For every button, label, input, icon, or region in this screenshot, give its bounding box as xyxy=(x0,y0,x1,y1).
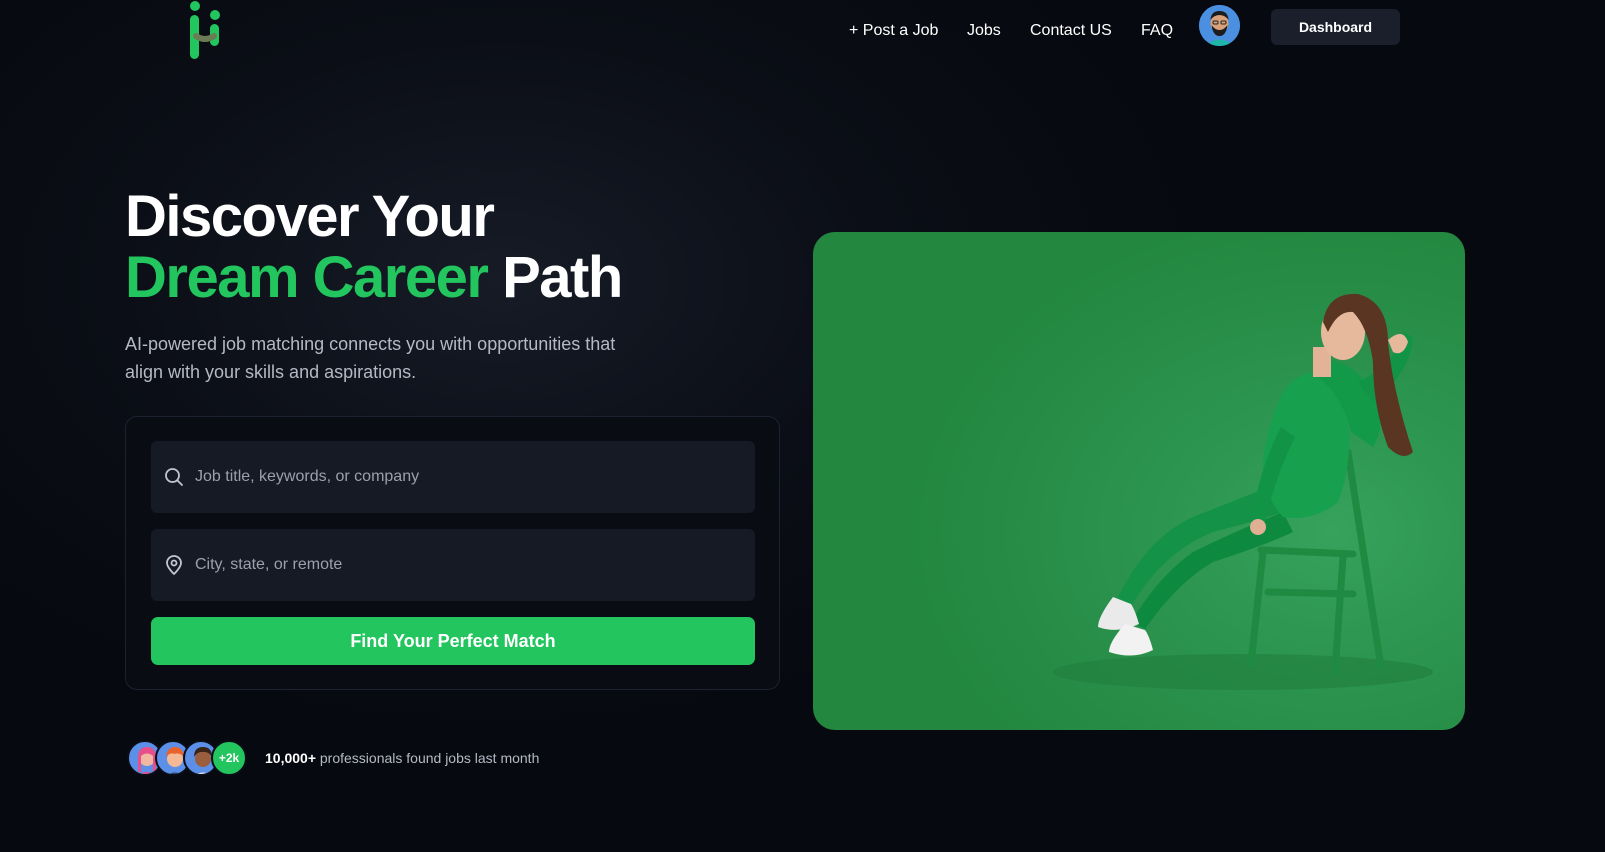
nav-faq[interactable]: FAQ xyxy=(1141,22,1173,40)
dashboard-button[interactable]: Dashboard xyxy=(1271,9,1400,45)
title-tail: Path xyxy=(487,245,623,310)
site-logo[interactable] xyxy=(188,0,228,60)
user-avatar[interactable] xyxy=(1199,5,1240,46)
proof-caption: professionals found jobs last month xyxy=(316,750,540,766)
search-icon xyxy=(165,468,183,486)
job-search-input[interactable] xyxy=(195,441,745,513)
map-pin-icon xyxy=(166,555,182,575)
search-card: Find Your Perfect Match xyxy=(125,416,780,690)
proof-text: 10,000+ professionals found jobs last mo… xyxy=(265,750,539,766)
nav-contact[interactable]: Contact US xyxy=(1030,22,1112,40)
hero-subtitle: AI-powered job matching connects you wit… xyxy=(125,334,616,382)
location-field xyxy=(151,529,755,601)
hero-image xyxy=(813,232,1465,730)
more-users-badge: +2k xyxy=(211,740,247,776)
find-match-button[interactable]: Find Your Perfect Match xyxy=(151,617,755,665)
location-input[interactable] xyxy=(195,529,745,601)
title-highlight: Dream Career xyxy=(125,245,489,310)
proof-count: 10,000+ xyxy=(265,750,316,766)
nav-post-job[interactable]: + Post a Job xyxy=(849,22,938,40)
job-search-field xyxy=(151,441,755,513)
page-title: Discover Your Dream Career Path xyxy=(125,184,623,310)
nav-jobs[interactable]: Jobs xyxy=(967,22,1001,40)
title-line-1: Discover Your xyxy=(125,184,495,249)
